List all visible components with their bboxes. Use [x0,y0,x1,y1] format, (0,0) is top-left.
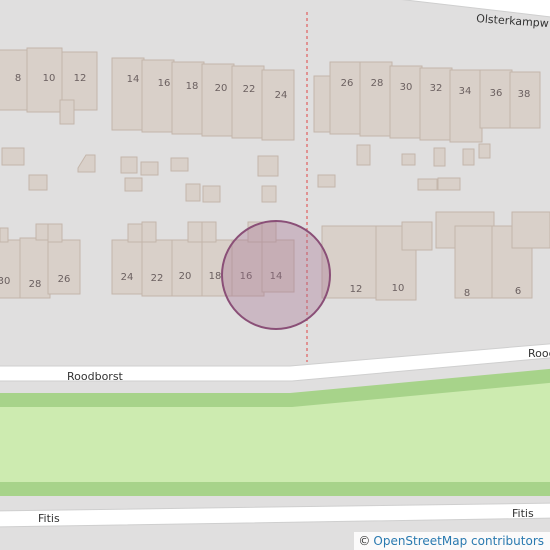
shed [433,147,446,167]
shed [356,144,371,166]
building [111,239,145,295]
building [449,69,483,143]
house-number: 10 [392,283,405,294]
house-number: 16 [158,78,171,89]
house-number: 30 [400,82,413,93]
shed [140,161,159,176]
shed [462,148,475,166]
shed [124,177,143,192]
house-number: 8 [15,73,21,84]
house-number: 32 [430,83,443,94]
building [511,211,550,249]
building [111,57,145,131]
building [141,239,175,297]
house-number: 22 [151,273,164,284]
building [47,223,63,243]
building [261,69,295,141]
street-label-roodborst: Roodborst [67,370,124,383]
house-number: 18 [209,271,222,282]
shed [401,153,416,166]
building [329,61,363,135]
street-label-roodborst-east: Rood [528,347,550,360]
map-attribution: © OpenStreetMap contributors [354,532,550,550]
house-number: 20 [179,271,192,282]
house-number: 8 [464,288,470,299]
shed [261,185,277,203]
building [201,63,235,137]
house-number: 26 [341,78,354,89]
house-number: 24 [275,90,288,101]
building [0,239,21,299]
map-canvas: 8 10 12 14 16 18 20 22 24 26 28 30 32 34… [0,0,550,550]
house-number: 30 [0,276,10,287]
house-number: 36 [490,88,503,99]
shed [202,185,221,203]
house-number: 28 [29,279,42,290]
shed [120,156,138,174]
street-label-fitis-east: Fitis [512,507,534,520]
house-number: 24 [121,272,134,283]
building [59,99,75,125]
shed [28,174,48,191]
shed [317,174,336,188]
shed [1,147,25,166]
house-number: 18 [186,81,199,92]
house-number: 22 [243,84,256,95]
building [201,221,217,243]
building [454,225,494,299]
osm-attribution-link[interactable]: OpenStreetMap contributors [373,534,544,548]
building [171,61,205,135]
house-number: 34 [459,86,472,97]
building [141,59,175,133]
house-number: 38 [518,89,531,100]
house-number: 26 [58,274,71,285]
building [401,221,433,251]
map-view[interactable]: 8 10 12 14 16 18 20 22 24 26 28 30 32 34… [0,0,550,550]
building [127,223,143,243]
house-number: 28 [371,78,384,89]
house-number: 14 [127,74,140,85]
building [389,65,423,139]
house-number: 6 [515,286,521,297]
building [171,239,205,297]
building [0,227,9,243]
location-marker-circle[interactable] [221,220,331,330]
house-number: 20 [215,83,228,94]
shed [478,143,491,159]
copyright-symbol: © [358,534,371,548]
house-number: 12 [350,284,363,295]
building [0,49,28,111]
shed [437,177,461,191]
shed [170,157,189,172]
building [231,65,265,139]
building [359,61,393,137]
building [509,71,541,129]
shed [185,183,201,202]
building [419,67,453,141]
house-number: 12 [74,73,87,84]
building [187,221,203,243]
street-label-fitis-west: Fitis [38,512,60,525]
building [47,239,81,295]
house-number: 10 [43,73,56,84]
building [141,221,157,243]
shed [417,178,438,191]
shed [257,155,279,177]
building [479,69,513,129]
